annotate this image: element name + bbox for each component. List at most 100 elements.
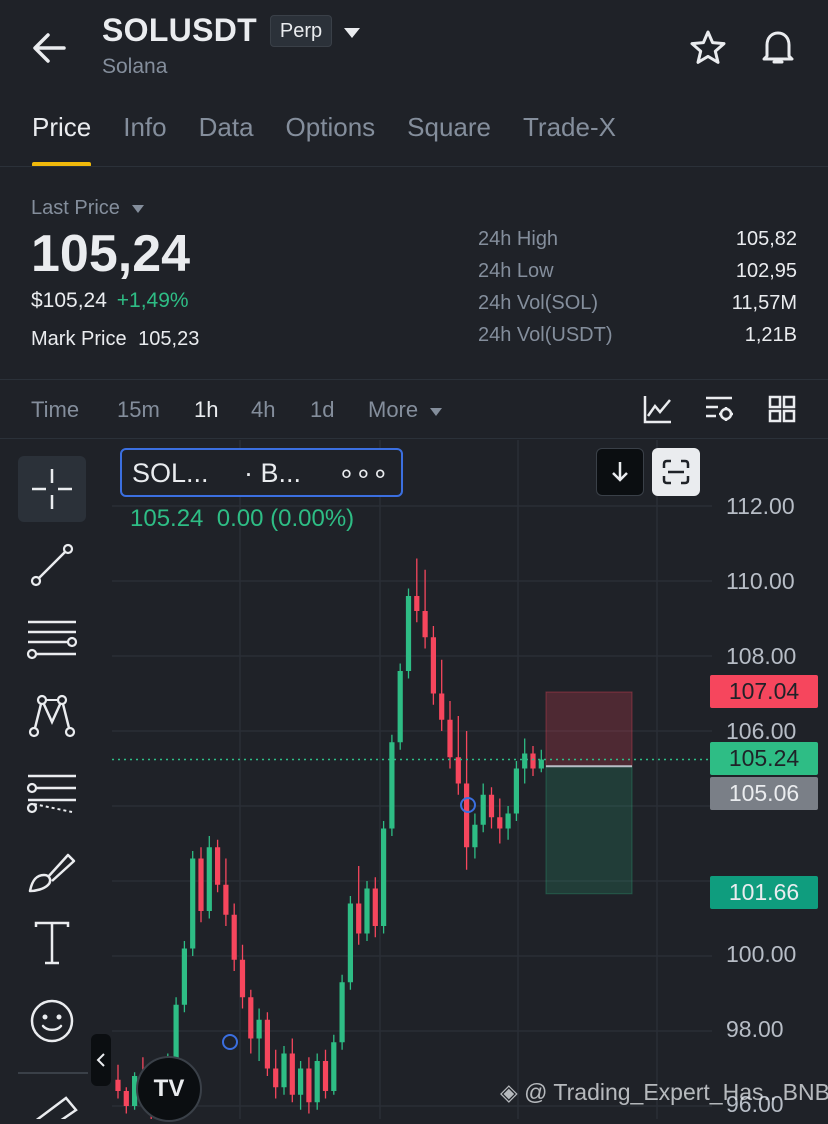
candle-body [281, 1053, 287, 1088]
change-percent: +1,49% [116, 289, 189, 312]
candle-body [505, 813, 511, 829]
watermark: ◈ @ Trading_Expert_Has.. BNB [500, 1079, 828, 1105]
axis-label: 100.00 [726, 941, 797, 967]
timeframe-4h[interactable]: 4h [251, 397, 275, 423]
axis-label: 112.00 [726, 493, 795, 519]
candle-body [181, 948, 187, 1005]
candle-body [530, 753, 536, 769]
more-timeframes-button[interactable]: More [368, 397, 443, 423]
candle-body [405, 596, 412, 671]
timeframe-1d[interactable]: 1d [310, 397, 334, 423]
candle-body [273, 1068, 279, 1088]
stat-label: 24h Vol(SOL) [478, 292, 599, 314]
candle-body [215, 847, 221, 885]
tab-info[interactable]: Info [123, 112, 166, 143]
legend-more-icon[interactable]: ∘∘∘ [338, 458, 389, 489]
timeframe-1h[interactable]: 1h [194, 397, 218, 423]
symbol-title[interactable]: SOLUSDT [102, 12, 257, 49]
axis-label: 108.00 [726, 643, 797, 669]
ohlc-readout: 105.24 0.00 (0.00%) [130, 505, 355, 532]
arrow-left-icon [33, 33, 66, 63]
notification-bell-icon[interactable] [759, 27, 797, 72]
candle-body [488, 794, 495, 818]
candle-body [372, 888, 378, 926]
layout-grid-icon[interactable] [768, 395, 796, 428]
contract-type-badge[interactable]: Perp [270, 15, 332, 47]
binance-logo-icon: ◈ [500, 1079, 518, 1105]
usd-price: $105,24 +1,49% [31, 289, 189, 313]
candle-body [190, 858, 196, 949]
candle-body [356, 903, 362, 934]
stat-value: 1,21B [744, 324, 797, 346]
candle-body [397, 671, 403, 743]
candle-body [381, 828, 387, 926]
axis-label: 98.00 [726, 1016, 784, 1042]
candle-body [447, 719, 453, 758]
candle-body [239, 959, 246, 998]
candle-body [439, 693, 445, 720]
candle-body [248, 997, 254, 1039]
favorite-star-icon[interactable] [689, 29, 727, 72]
candle-body [173, 1004, 179, 1061]
candle-body [331, 1042, 337, 1091]
caret-down-icon [131, 205, 144, 213]
main-tabs: Price Info Data Options Square Trade-X [32, 112, 648, 167]
take-profit-price-tag: 107.04 [710, 675, 818, 708]
chart-legend-box[interactable]: SOL... · B... ∘∘∘ [120, 448, 403, 497]
arrow-down-icon [612, 462, 628, 482]
candle-body [430, 637, 436, 694]
scroll-to-latest-button[interactable] [596, 448, 644, 496]
tab-trade-x[interactable]: Trade-X [523, 112, 616, 143]
stat-label: 24h Low [478, 260, 554, 282]
stat-label: 24h Vol(USDT) [478, 324, 613, 346]
candle-body [256, 1019, 262, 1039]
candle-body [522, 753, 528, 769]
legend-symbol: SOL... [132, 458, 209, 488]
timeframe-15m[interactable]: 15m [117, 397, 160, 423]
fullscreen-icon [662, 459, 690, 485]
usd-price-value: $105,24 [31, 289, 107, 312]
candle-body [497, 817, 503, 829]
chart-settings-icon[interactable] [704, 394, 736, 429]
candle-body [314, 1061, 320, 1103]
candle-body [298, 1068, 304, 1095]
candle-body [464, 783, 470, 848]
mark-price-value: 105,23 [138, 328, 200, 350]
tab-square[interactable]: Square [407, 112, 491, 143]
candlestick-chart[interactable] [0, 440, 828, 1119]
tab-data[interactable]: Data [199, 112, 254, 143]
candle-body [223, 884, 229, 915]
candle-body [206, 847, 212, 911]
candle-body [455, 757, 461, 784]
timeframe-divider [0, 438, 828, 439]
indicators-icon[interactable] [643, 394, 673, 429]
symbol-dropdown-icon[interactable] [343, 26, 361, 44]
candle-body [389, 742, 395, 829]
axis-label: 106.00 [726, 718, 797, 744]
symbol-name: Solana [102, 55, 168, 78]
mark-price: Mark Price 105,23 [31, 328, 199, 351]
candle-body [364, 888, 370, 934]
tradingview-logo: TV [136, 1056, 202, 1122]
drawing-anchor-marker [222, 1034, 238, 1050]
ticker-divider [0, 379, 828, 380]
fullscreen-button[interactable] [652, 448, 700, 496]
tab-price[interactable]: Price [32, 112, 92, 167]
tab-options[interactable]: Options [286, 112, 376, 143]
stat-value: 11,57M [731, 292, 797, 314]
stop-loss-price-tag: 101.66 [710, 876, 818, 909]
candle-body [115, 1079, 121, 1091]
stat-value: 105,82 [735, 228, 797, 250]
candle-body [538, 759, 544, 769]
tabs-divider [0, 166, 828, 167]
back-button[interactable] [30, 30, 70, 66]
last-price-label[interactable]: Last Price [31, 197, 145, 220]
candle-body [472, 824, 478, 848]
candle-body [198, 858, 204, 911]
time-button[interactable]: Time [31, 397, 79, 423]
candle-body [414, 596, 420, 611]
entry-price-tag: 105.06 [710, 777, 818, 810]
candle-body [422, 611, 428, 638]
axis-label: 110.00 [726, 568, 795, 594]
stat-value: 102,95 [735, 260, 797, 282]
